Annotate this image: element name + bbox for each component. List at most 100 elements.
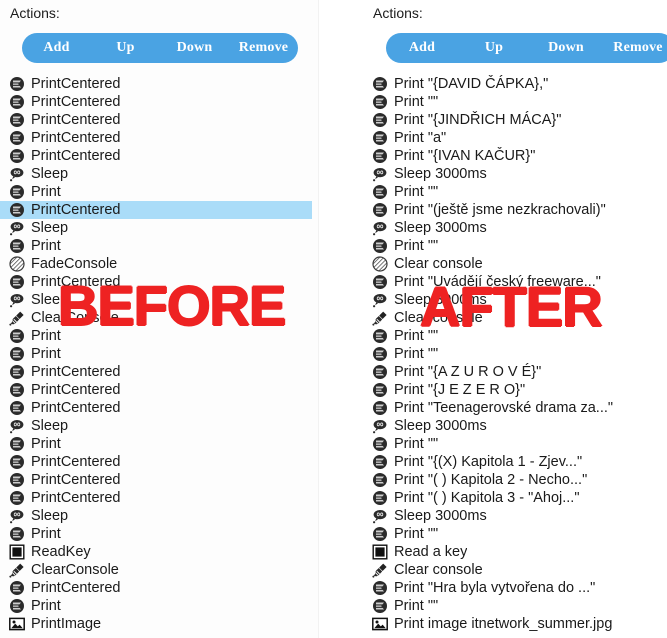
read-key-icon: [372, 544, 388, 560]
sleep-icon: [372, 508, 388, 524]
action-list-item[interactable]: Print "": [360, 525, 667, 543]
action-list-item[interactable]: Print: [0, 525, 318, 543]
action-list-item[interactable]: Print "{DAVID ČÁPKA},": [360, 75, 667, 93]
action-list-item[interactable]: Sleep: [0, 507, 318, 525]
print-icon: [372, 76, 388, 92]
action-list-before[interactable]: PrintCentered PrintCentered PrintCentered P…: [0, 75, 318, 633]
action-list-item[interactable]: Print "": [360, 435, 667, 453]
actions-caption-after: Actions:: [373, 5, 423, 21]
action-list-item[interactable]: PrintCentered: [0, 201, 312, 219]
up-button[interactable]: Up: [458, 33, 530, 63]
action-list-item[interactable]: PrintCentered: [0, 489, 318, 507]
print-icon: [9, 436, 25, 452]
print-icon: [9, 238, 25, 254]
action-list-item[interactable]: PrintImage: [0, 615, 318, 633]
action-list-item[interactable]: Clear console: [360, 561, 667, 579]
up-button[interactable]: Up: [91, 33, 160, 63]
action-list-item[interactable]: PrintCentered: [0, 363, 318, 381]
actions-toolbar-before: Add Up Down Remove: [22, 33, 298, 63]
action-list-item[interactable]: Print: [0, 237, 318, 255]
action-list-item[interactable]: Print image itnetwork_summer.jpg: [360, 615, 667, 633]
print-image-icon: [372, 616, 388, 632]
action-list-item[interactable]: Print "{JINDŘICH MÁCA}": [360, 111, 667, 129]
action-list-item[interactable]: Print "( ) Kapitola 2 - Necho...": [360, 471, 667, 489]
action-list-item[interactable]: Print "{IVAN KAČUR}": [360, 147, 667, 165]
action-list-item-label: ReadKey: [31, 544, 91, 560]
down-button[interactable]: Down: [530, 33, 602, 63]
action-list-item[interactable]: Print "(ještě jsme nezkrachovali)": [360, 201, 667, 219]
action-list-item[interactable]: PrintCentered: [0, 399, 318, 417]
action-list-item[interactable]: Print "( ) Kapitola 3 - "Ahoj...": [360, 489, 667, 507]
action-list-item[interactable]: Sleep 3000ms: [360, 417, 667, 435]
clear-console-icon: [9, 562, 25, 578]
print-image-icon: [9, 616, 25, 632]
add-button[interactable]: Add: [386, 33, 458, 63]
action-list-item[interactable]: Clear console: [360, 255, 667, 273]
action-list-item[interactable]: ReadKey: [0, 543, 318, 561]
print-icon: [9, 148, 25, 164]
print-icon: [9, 76, 25, 92]
action-list-item-label: Print "": [394, 526, 439, 542]
action-list-item-label: Clear console: [394, 562, 483, 578]
action-list-item[interactable]: Print "{A Z U R O V É}": [360, 363, 667, 381]
action-list-item-label: Print: [31, 436, 61, 452]
action-list-item[interactable]: Print: [0, 345, 318, 363]
action-list-item[interactable]: ClearConsole: [0, 561, 318, 579]
action-list-item[interactable]: Print "Hra byla vytvořena do ...": [360, 579, 667, 597]
action-list-item[interactable]: Read a key: [360, 543, 667, 561]
action-list-item[interactable]: Print "": [360, 237, 667, 255]
remove-button[interactable]: Remove: [602, 33, 667, 63]
action-list-item[interactable]: Print "": [360, 183, 667, 201]
action-list-item[interactable]: PrintCentered: [0, 471, 318, 489]
action-list-item[interactable]: PrintCentered: [0, 129, 318, 147]
action-list-item[interactable]: Sleep 3000ms: [360, 219, 667, 237]
action-list-item[interactable]: Print: [0, 435, 318, 453]
action-list-item-label: Print "": [394, 436, 439, 452]
action-list-item[interactable]: PrintCentered: [0, 453, 318, 471]
add-button[interactable]: Add: [22, 33, 91, 63]
action-list-item[interactable]: PrintCentered: [0, 381, 318, 399]
print-icon: [9, 382, 25, 398]
action-list-item[interactable]: Print "{J E Z E R O}": [360, 381, 667, 399]
action-list-after[interactable]: Print "{DAVID ČÁPKA}," Print "" Print "{JI…: [360, 75, 667, 633]
action-list-item[interactable]: PrintCentered: [0, 111, 318, 129]
action-list-item[interactable]: Print "Teenagerovské drama za...": [360, 399, 667, 417]
action-list-item-label: Clear console: [394, 256, 483, 272]
action-list-item[interactable]: PrintCentered: [0, 75, 318, 93]
sleep-icon: [9, 508, 25, 524]
remove-button[interactable]: Remove: [229, 33, 298, 63]
action-list-item[interactable]: Print: [0, 183, 318, 201]
print-icon: [9, 274, 25, 290]
print-icon: [372, 400, 388, 416]
action-list-item[interactable]: Print "a": [360, 129, 667, 147]
action-list-item-label: Print: [31, 184, 61, 200]
action-list-item[interactable]: Sleep: [0, 219, 318, 237]
action-list-item[interactable]: Sleep: [0, 165, 318, 183]
action-list-item[interactable]: PrintCentered: [0, 147, 318, 165]
print-icon: [9, 130, 25, 146]
action-list-item[interactable]: Print "": [360, 597, 667, 615]
down-button[interactable]: Down: [160, 33, 229, 63]
sleep-icon: [9, 292, 25, 308]
action-list-item-label: Read a key: [394, 544, 468, 560]
action-list-item-label: Sleep 3000ms: [394, 166, 487, 182]
print-icon: [9, 202, 25, 218]
action-list-item[interactable]: Sleep: [0, 417, 318, 435]
action-list-item[interactable]: Print "": [360, 345, 667, 363]
action-list-item-label: PrintCentered: [31, 454, 121, 470]
action-list-item[interactable]: PrintCentered: [0, 579, 318, 597]
print-icon: [372, 454, 388, 470]
action-list-item[interactable]: Sleep 3000ms: [360, 165, 667, 183]
action-list-item[interactable]: PrintCentered: [0, 93, 318, 111]
print-icon: [372, 526, 388, 542]
action-list-item[interactable]: Sleep 3000ms: [360, 507, 667, 525]
action-list-item[interactable]: Print: [0, 597, 318, 615]
print-icon: [9, 526, 25, 542]
action-list-item-label: ClearConsole: [31, 562, 119, 578]
action-list-item-label: PrintCentered: [31, 580, 121, 596]
print-icon: [372, 94, 388, 110]
action-list-item[interactable]: Print "": [360, 93, 667, 111]
action-list-item[interactable]: FadeConsole: [0, 255, 318, 273]
action-list-item[interactable]: Print "{(X) Kapitola 1 - Zjev...": [360, 453, 667, 471]
print-icon: [372, 274, 388, 290]
